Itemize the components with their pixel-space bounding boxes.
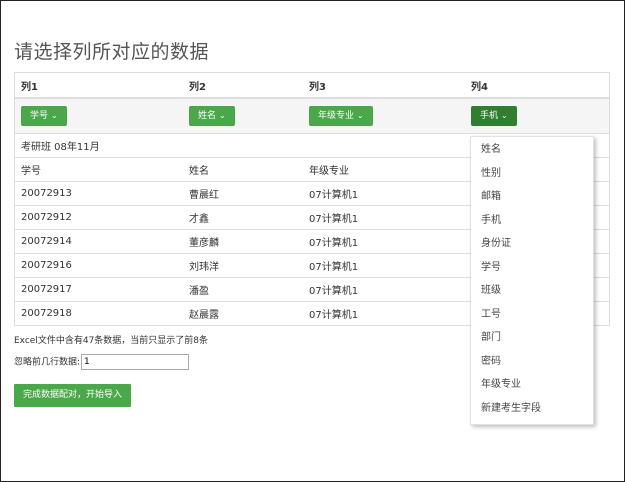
field-select-row: 学号 ⌄ 姓名 ⌄ 年级专业 ⌄ 手机 ⌄ [14, 98, 610, 134]
table-cell: 年级专业 [303, 157, 465, 182]
skip-rows-input[interactable] [81, 354, 190, 370]
field-select-button-1[interactable]: 学号 ⌄ [21, 106, 67, 126]
field-select-button-2[interactable]: 姓名 ⌄ [189, 106, 235, 126]
dropdown-option[interactable]: 班级 [471, 279, 593, 303]
dropdown-option[interactable]: 身份证 [471, 232, 593, 256]
table-cell: 07计算机1 [303, 229, 465, 254]
data-count-info: Excel文件中含有47条数据，当前只显示了前8条 [14, 336, 209, 346]
skip-rows-label: 忽略前几行数据: [14, 357, 81, 368]
table-cell: 07计算机1 [303, 277, 465, 302]
field-select-button-4[interactable]: 手机 ⌄ [471, 106, 517, 126]
chevron-down-icon: ⌄ [51, 111, 58, 120]
chevron-down-icon: ⌄ [501, 111, 508, 120]
dropdown-option[interactable]: 新建考生字段 [471, 397, 593, 421]
field-dropdown-menu: 姓名 性别 邮箱 手机 身份证 学号 班级 工号 部门 密码 年级专业 新建考生… [470, 136, 594, 425]
column-header-3: 列3 [303, 72, 465, 99]
dropdown-option[interactable]: 密码 [471, 350, 593, 374]
table-cell: 曹晨红 [183, 181, 303, 206]
column-header-4: 列4 [465, 72, 610, 99]
dropdown-option[interactable]: 邮箱 [471, 185, 593, 209]
column-header-row: 列1 列2 列3 列4 [14, 72, 610, 99]
dropdown-option[interactable]: 姓名 [471, 138, 593, 162]
table-cell: 学号 [14, 157, 183, 182]
table-cell: 20072914 [14, 229, 183, 254]
table-cell: 20072917 [14, 277, 183, 302]
start-import-button[interactable]: 完成数据配对，开始导入 [14, 384, 132, 407]
skip-rows-group: 忽略前几行数据: [14, 354, 190, 370]
table-cell: 07计算机1 [303, 181, 465, 206]
page-title: 请选择列所对应的数据 [14, 41, 210, 63]
chevron-down-icon: ⌄ [219, 111, 226, 120]
table-cell: 07计算机1 [303, 253, 465, 278]
app-frame: 请选择列所对应的数据 列1 列2 列3 列4 学号 ⌄ 姓名 ⌄ 年级专业 ⌄ 手机 ⌄… [0, 0, 625, 482]
table-cell: 20072912 [14, 205, 183, 230]
chevron-down-icon: ⌄ [357, 111, 364, 120]
table-cell: 赵晨露 [183, 301, 303, 326]
dropdown-option[interactable]: 手机 [471, 209, 593, 233]
table-cell: 07计算机1 [303, 205, 465, 230]
dropdown-option[interactable]: 年级专业 [471, 373, 593, 397]
table-cell: 才鑫 [183, 205, 303, 230]
dropdown-option[interactable]: 性别 [471, 162, 593, 186]
column-header-1: 列1 [14, 72, 183, 99]
table-cell: 董彦麟 [183, 229, 303, 254]
dropdown-option[interactable]: 工号 [471, 303, 593, 327]
table-cell: 潘盈 [183, 277, 303, 302]
table-cell: 20072913 [14, 181, 183, 206]
table-cell: 刘玮洋 [183, 253, 303, 278]
column-header-2: 列2 [183, 72, 303, 99]
table-cell: 07计算机1 [303, 301, 465, 326]
table-cell: 姓名 [183, 157, 303, 182]
field-select-button-3[interactable]: 年级专业 ⌄ [309, 106, 373, 126]
dropdown-option[interactable]: 部门 [471, 326, 593, 350]
table-cell: 20072918 [14, 301, 183, 326]
dropdown-option[interactable]: 学号 [471, 256, 593, 280]
table-cell: 20072916 [14, 253, 183, 278]
